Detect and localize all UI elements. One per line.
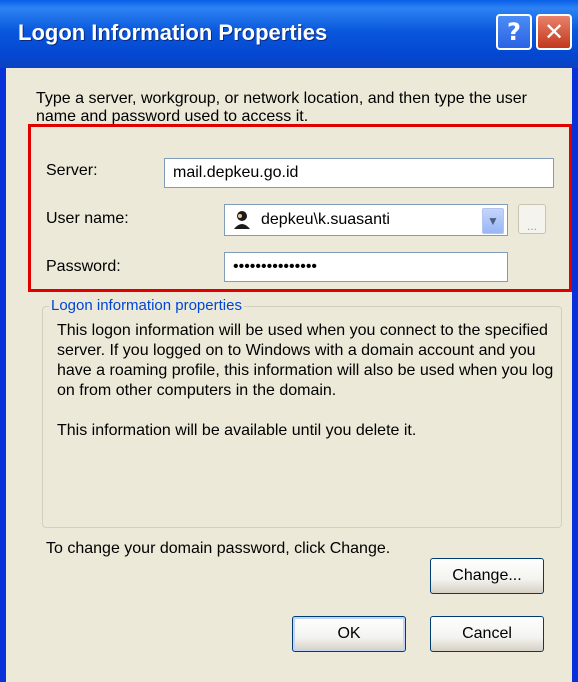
groupbox-legend: Logon information properties [49, 297, 244, 314]
title-bar[interactable]: Logon Information Properties ? ✕ [0, 0, 578, 68]
cancel-button-label: Cancel [462, 625, 512, 642]
groupbox-text: This logon information will be used when… [57, 321, 557, 441]
username-label-text: User name: [46, 210, 129, 227]
username-value: depkeu\k.suasanti [261, 211, 390, 228]
username-dropdown-button[interactable]: ▼ [482, 208, 504, 234]
browse-label: ... [526, 219, 537, 233]
server-label-text: Server: [46, 162, 98, 179]
server-value: mail.depkeu.go.id [173, 164, 299, 181]
help-icon: ? [507, 18, 521, 46]
username-label: User name: [46, 210, 129, 228]
server-label: Server: [46, 162, 98, 180]
intro-text: Type a server, workgroup, or network loc… [36, 90, 527, 125]
dialog-body: Type a server, workgroup, or network loc… [6, 68, 572, 682]
browse-button[interactable]: ... [518, 204, 546, 234]
groupbox-paragraph-2: This information will be available until… [57, 422, 417, 439]
close-button[interactable]: ✕ [536, 14, 572, 50]
logon-info-groupbox: Logon information properties This logon … [42, 297, 562, 528]
change-button-label: Change... [452, 567, 522, 584]
help-button[interactable]: ? [496, 14, 532, 50]
server-input[interactable]: mail.depkeu.go.id [164, 158, 554, 188]
cancel-button[interactable]: Cancel [430, 616, 544, 652]
groupbox-paragraph-1: This logon information will be used when… [57, 322, 554, 399]
window-title: Logon Information Properties [18, 20, 328, 45]
username-combobox[interactable]: depkeu\k.suasanti ▼ [224, 204, 508, 236]
change-password-text: To change your domain password, click Ch… [46, 540, 391, 557]
ok-button[interactable]: OK [292, 616, 406, 652]
user-account-icon [233, 210, 251, 230]
ok-button-label: OK [337, 625, 361, 642]
close-icon: ✕ [543, 18, 565, 46]
password-input[interactable]: ••••••••••••••• [224, 252, 508, 282]
password-value: ••••••••••••••• [233, 258, 318, 275]
password-label: Password: [46, 258, 121, 276]
chevron-down-icon: ▼ [487, 214, 499, 228]
change-button[interactable]: Change... [430, 558, 544, 594]
password-label-text: Password: [46, 258, 121, 275]
dialog-window: Logon Information Properties ? ✕ Type a … [0, 0, 578, 682]
